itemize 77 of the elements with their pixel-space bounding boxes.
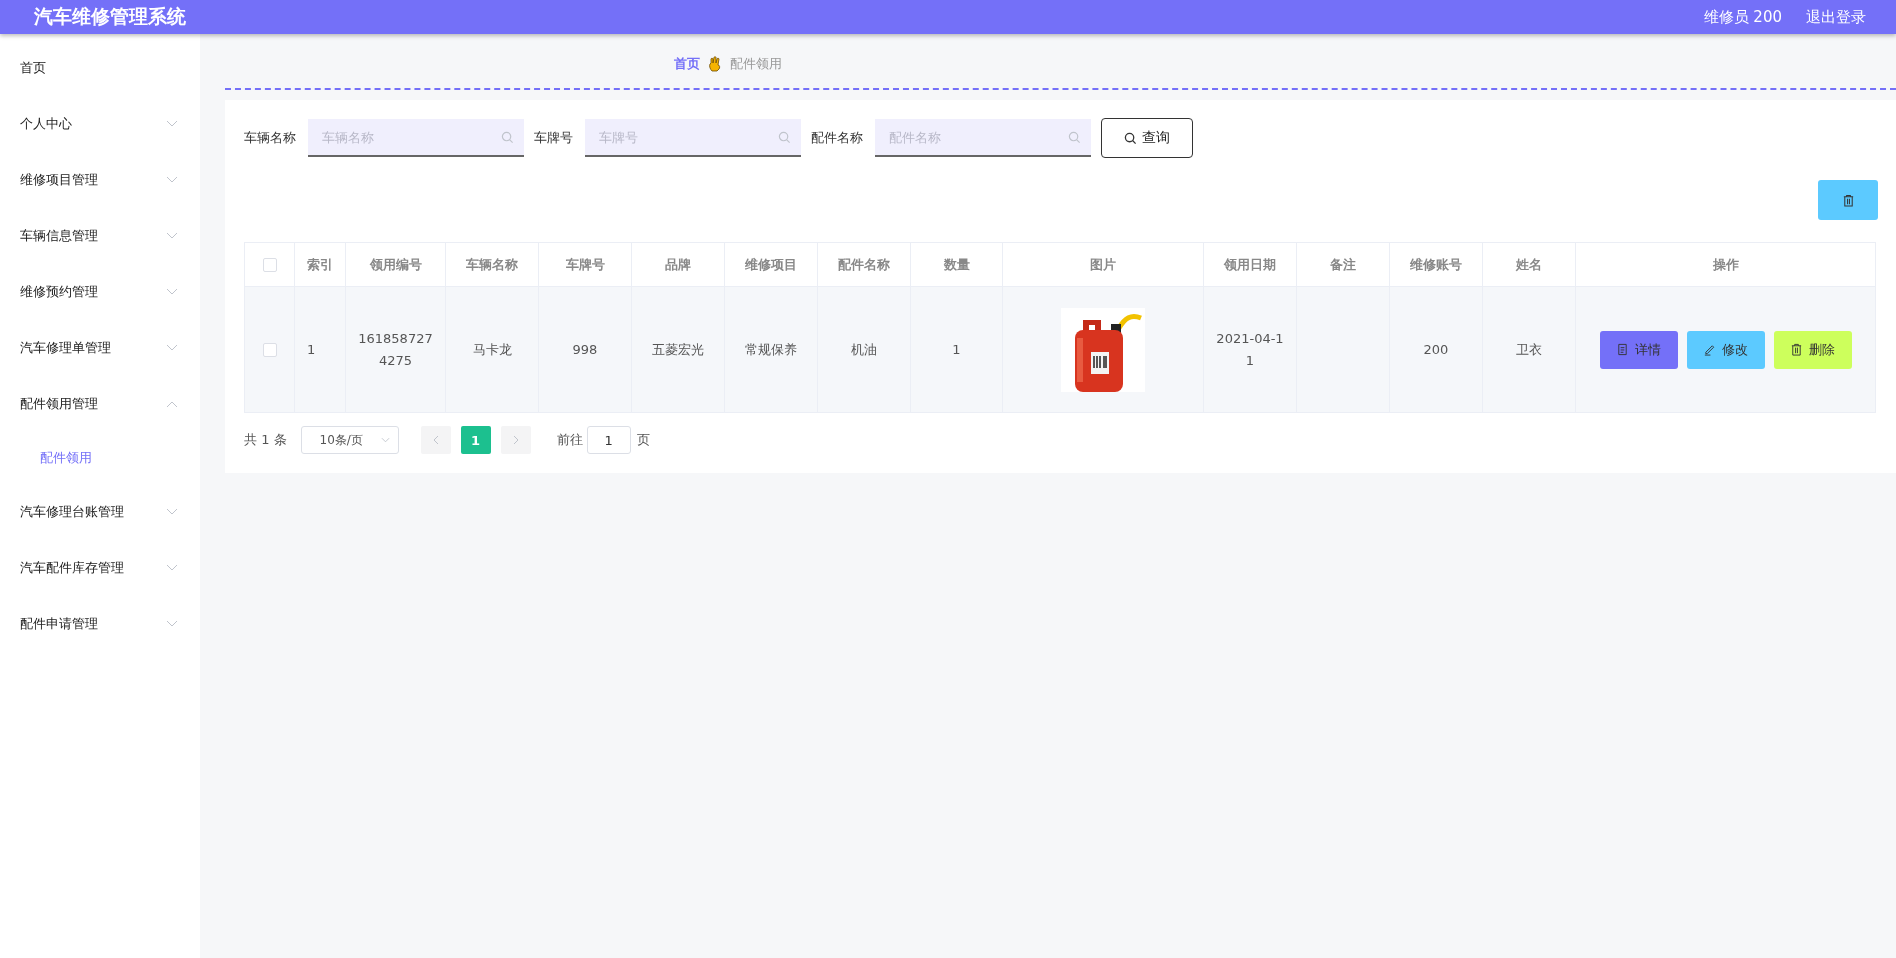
field-label: 车牌号 bbox=[534, 129, 573, 147]
chevron-icon bbox=[166, 344, 178, 352]
submenu-item[interactable]: 配件领用 bbox=[0, 432, 200, 484]
pencil-icon bbox=[1703, 343, 1716, 356]
table-cell: 2021-04-11 bbox=[1216, 330, 1284, 368]
chevron-left-icon bbox=[432, 435, 439, 445]
table-cell: 五菱宏光 bbox=[652, 341, 704, 357]
column-header: 品牌 bbox=[631, 242, 725, 287]
logout-link[interactable]: 退出登录 bbox=[1806, 7, 1866, 27]
search-icon bbox=[778, 131, 791, 144]
sidebar-item[interactable]: 个人中心 bbox=[0, 96, 200, 152]
sidebar-item[interactable]: 汽车修理单管理 bbox=[0, 320, 200, 376]
chevron-icon bbox=[166, 400, 178, 408]
column-header: 车牌号 bbox=[538, 242, 632, 287]
chevron-icon bbox=[166, 508, 178, 516]
trash-icon bbox=[1841, 193, 1855, 207]
column-header: 维修账号 bbox=[1389, 242, 1483, 287]
checkbox[interactable] bbox=[262, 343, 277, 357]
table-cell: 1 bbox=[952, 341, 961, 357]
prev-page-button[interactable] bbox=[420, 426, 451, 454]
search-icon bbox=[1124, 131, 1137, 145]
app-title: 汽车维修管理系统 bbox=[34, 4, 186, 29]
search-icon bbox=[501, 131, 514, 144]
chevron-right-icon bbox=[512, 435, 519, 445]
chevron-icon bbox=[166, 176, 178, 184]
chevron-icon bbox=[166, 620, 178, 628]
field-label: 车辆名称 bbox=[244, 129, 296, 147]
table-cell: 卫衣 bbox=[1516, 341, 1542, 357]
page-size-select[interactable]: 10条/页 bbox=[300, 426, 399, 454]
delete-button[interactable]: 删除 bbox=[1773, 330, 1852, 369]
edit-button[interactable]: 修改 bbox=[1686, 330, 1765, 369]
goto-label: 前往 bbox=[556, 431, 583, 449]
caret-icon bbox=[380, 437, 390, 443]
table-cell: 1 bbox=[307, 341, 316, 357]
total-count: 共 1 条 bbox=[244, 431, 287, 449]
chevron-icon bbox=[166, 232, 178, 240]
search-icon bbox=[1068, 131, 1081, 144]
field-label: 配件名称 bbox=[811, 129, 863, 147]
column-header: 配件名称 bbox=[817, 242, 911, 287]
checkbox[interactable] bbox=[262, 258, 277, 273]
table-cell: 常规保养 bbox=[745, 341, 797, 357]
delete-button[interactable] bbox=[1818, 180, 1878, 220]
chevron-icon bbox=[166, 564, 178, 572]
sidebar-item[interactable]: 首页 bbox=[0, 40, 200, 96]
column-header: 姓名 bbox=[1482, 242, 1576, 287]
sidebar-item[interactable]: 配件领用管理 bbox=[0, 376, 200, 432]
table-cell: 机油 bbox=[851, 341, 877, 357]
column-header: 数量 bbox=[910, 242, 1003, 287]
column-header: 图片 bbox=[1002, 242, 1204, 287]
sidebar-item[interactable]: 维修预约管理 bbox=[0, 264, 200, 320]
table-cell: 马卡龙 bbox=[472, 341, 512, 357]
column-header: 维修项目 bbox=[724, 242, 818, 287]
sidebar-item[interactable]: 汽车修理台账管理 bbox=[0, 484, 200, 540]
table-cell: 998 bbox=[572, 341, 598, 357]
column-header: 领用日期 bbox=[1203, 242, 1297, 287]
search-button[interactable]: 查询 bbox=[1101, 118, 1193, 158]
trash-icon bbox=[1790, 343, 1803, 356]
sidebar-item[interactable]: 维修项目管理 bbox=[0, 152, 200, 208]
next-page-button[interactable] bbox=[500, 426, 531, 454]
page-suffix: 页 bbox=[636, 431, 650, 449]
sidebar-item[interactable]: 配件申请管理 bbox=[0, 596, 200, 652]
table-cell: 200 bbox=[1423, 341, 1449, 357]
document-icon bbox=[1616, 343, 1629, 356]
column-header: 备注 bbox=[1296, 242, 1390, 287]
column-header: 索引 bbox=[294, 242, 346, 287]
column-header: 车辆名称 bbox=[445, 242, 539, 287]
chevron-icon bbox=[166, 288, 178, 296]
column-header: 领用编号 bbox=[345, 242, 446, 287]
column-header: 操作 bbox=[1575, 242, 1876, 287]
sidebar-item[interactable]: 车辆信息管理 bbox=[0, 208, 200, 264]
table-cell: 1618587274275 bbox=[358, 330, 433, 368]
breadcrumb-link[interactable]: 首页 bbox=[674, 55, 700, 73]
user-name: 维修员 200 bbox=[1703, 7, 1782, 27]
hand-icon bbox=[708, 56, 722, 72]
page-input[interactable]: 1 bbox=[586, 426, 631, 454]
chevron-icon bbox=[166, 120, 178, 128]
sidebar-item[interactable]: 汽车配件库存管理 bbox=[0, 540, 200, 596]
